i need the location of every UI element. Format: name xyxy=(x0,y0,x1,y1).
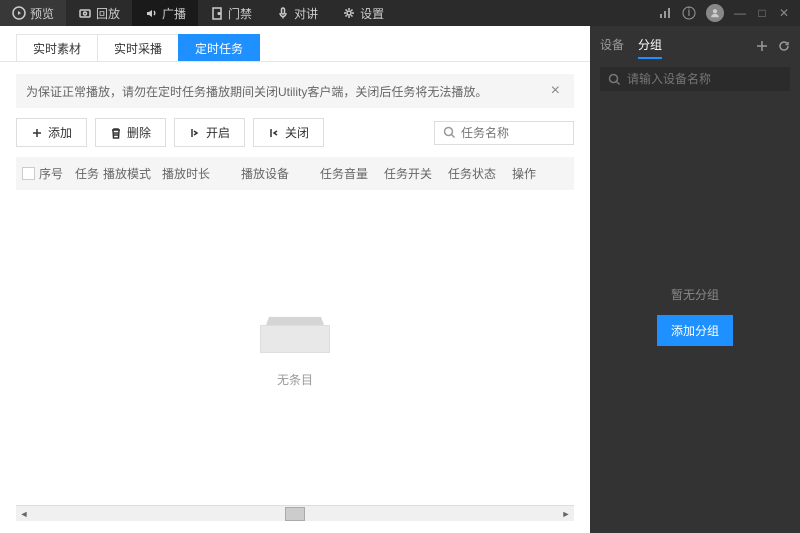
nav-label: 设置 xyxy=(360,5,384,22)
scroll-left-button[interactable]: ◄ xyxy=(16,507,32,521)
col-status: 任务状态 xyxy=(448,165,508,182)
col-task: 任务 xyxy=(75,165,99,182)
search-input[interactable] xyxy=(461,126,565,140)
col-switch: 任务开关 xyxy=(384,165,444,182)
titlebar: 预览 回放 广播 门禁 对讲 设置 i — □ ✕ xyxy=(0,0,800,26)
svg-text:i: i xyxy=(688,6,691,19)
side-tabs: 设备 分组 xyxy=(590,26,800,59)
nav-label: 对讲 xyxy=(294,5,318,22)
horizontal-scrollbar[interactable]: ◄ ► xyxy=(16,505,574,521)
empty-box-icon xyxy=(260,308,330,353)
empty-text: 无条目 xyxy=(277,371,313,388)
nav-label: 预览 xyxy=(30,5,54,22)
notice-text: 为保证正常播放，请勿在定时任务播放期间关闭Utility客户端，关闭后任务将无法… xyxy=(26,83,487,100)
delete-button[interactable]: 删除 xyxy=(95,118,166,147)
side-empty-state: 暂无分组 添加分组 xyxy=(590,99,800,533)
top-nav: 预览 回放 广播 门禁 对讲 设置 xyxy=(0,0,396,26)
nav-label: 广播 xyxy=(162,5,186,22)
col-device: 播放设备 xyxy=(241,165,316,182)
minimize-button[interactable]: — xyxy=(734,7,746,19)
info-icon[interactable]: i xyxy=(682,6,696,20)
add-icon[interactable] xyxy=(756,40,768,52)
col-mode: 播放模式 xyxy=(103,165,158,182)
close-button-toolbar[interactable]: 关闭 xyxy=(253,118,324,147)
tab-realtime-capture[interactable]: 实时采播 xyxy=(97,34,179,61)
btn-label: 删除 xyxy=(127,124,151,141)
door-icon xyxy=(210,6,224,20)
nav-preview[interactable]: 预览 xyxy=(0,0,66,26)
play-icon xyxy=(12,6,26,20)
main-panel: 实时素材 实时采播 定时任务 为保证正常播放，请勿在定时任务播放期间关闭Util… xyxy=(0,26,590,533)
search-box[interactable] xyxy=(434,121,574,145)
maximize-button[interactable]: □ xyxy=(756,7,768,19)
btn-label: 添加 xyxy=(48,124,72,141)
speaker-icon xyxy=(144,6,158,20)
side-panel: 设备 分组 暂无分组 添加分组 xyxy=(590,26,800,533)
gear-icon xyxy=(342,6,356,20)
btn-label: 开启 xyxy=(206,124,230,141)
side-search-box[interactable] xyxy=(600,67,790,91)
select-all-checkbox[interactable] xyxy=(22,167,35,180)
refresh-icon[interactable] xyxy=(778,40,790,52)
side-tab-group[interactable]: 分组 xyxy=(638,32,662,59)
search-icon xyxy=(443,126,456,139)
user-icon xyxy=(709,7,721,19)
open-icon xyxy=(189,127,201,139)
nav-playback[interactable]: 回放 xyxy=(66,0,132,26)
side-search-input[interactable] xyxy=(627,72,782,86)
nav-label: 回放 xyxy=(96,5,120,22)
mic-icon xyxy=(276,6,290,20)
notice-close-button[interactable]: × xyxy=(547,82,564,100)
tab-scheduled-task[interactable]: 定时任务 xyxy=(178,34,260,61)
nav-intercom[interactable]: 对讲 xyxy=(264,0,330,26)
nav-broadcast[interactable]: 广播 xyxy=(132,0,198,26)
nav-settings[interactable]: 设置 xyxy=(330,0,396,26)
add-button[interactable]: 添加 xyxy=(16,118,87,147)
side-actions xyxy=(756,40,790,52)
toolbar: 添加 删除 开启 关闭 xyxy=(16,118,574,147)
add-group-button[interactable]: 添加分组 xyxy=(657,315,733,346)
close-button[interactable]: ✕ xyxy=(778,7,790,19)
table-header: 序号 任务 播放模式 播放时长 播放设备 任务音量 任务开关 任务状态 操作 xyxy=(16,157,574,190)
col-index: 序号 xyxy=(39,165,71,182)
col-action: 操作 xyxy=(512,165,552,182)
open-button[interactable]: 开启 xyxy=(174,118,245,147)
scroll-thumb[interactable] xyxy=(285,507,305,521)
side-empty-text: 暂无分组 xyxy=(671,286,719,303)
plus-icon xyxy=(31,127,43,139)
window-controls: i — □ ✕ xyxy=(658,4,800,22)
search-icon xyxy=(608,73,621,86)
sub-tabs: 实时素材 实时采播 定时任务 xyxy=(0,26,590,62)
stats-icon[interactable] xyxy=(658,6,672,20)
camera-icon xyxy=(78,6,92,20)
scroll-right-button[interactable]: ► xyxy=(558,507,574,521)
avatar[interactable] xyxy=(706,4,724,22)
col-duration: 播放时长 xyxy=(162,165,237,182)
trash-icon xyxy=(110,127,122,139)
notice-bar: 为保证正常播放，请勿在定时任务播放期间关闭Utility客户端，关闭后任务将无法… xyxy=(16,74,574,108)
scroll-track[interactable] xyxy=(48,507,542,521)
tab-realtime-material[interactable]: 实时素材 xyxy=(16,34,98,61)
side-tab-device[interactable]: 设备 xyxy=(600,32,624,59)
nav-access[interactable]: 门禁 xyxy=(198,0,264,26)
empty-state: 无条目 xyxy=(16,190,574,505)
nav-label: 门禁 xyxy=(228,5,252,22)
col-volume: 任务音量 xyxy=(320,165,380,182)
btn-label: 关闭 xyxy=(285,124,309,141)
close-icon xyxy=(268,127,280,139)
